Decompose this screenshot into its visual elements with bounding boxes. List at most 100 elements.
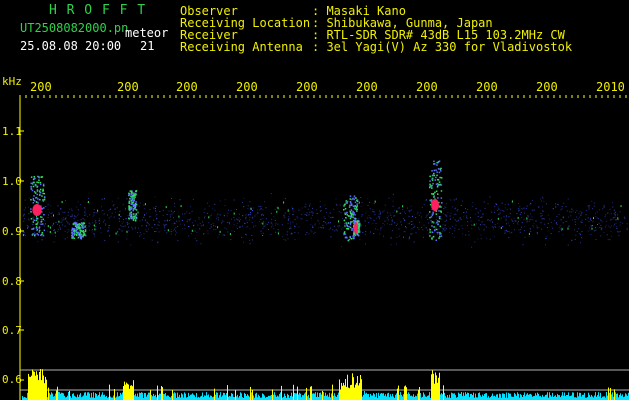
noise-dot: [336, 204, 338, 206]
noise-dot: [340, 212, 342, 213]
activity-bar: [347, 374, 348, 400]
noise-dot: [253, 225, 255, 227]
noise-dot: [494, 205, 496, 207]
noise-dot: [172, 223, 174, 225]
noise-dot: [581, 221, 583, 223]
activity-bar: [310, 386, 311, 400]
meteor-trail-dot: [39, 188, 42, 191]
meteor-trail-dot: [31, 189, 34, 192]
noise-dot: [450, 199, 452, 201]
activity-bar: [518, 393, 519, 400]
noise-dot: [499, 212, 501, 214]
noise-dot: [541, 214, 543, 216]
noise-dot: [498, 213, 500, 215]
meteor-trail-dot: [348, 239, 350, 241]
noise-dot: [95, 226, 97, 227]
noise-dot: [532, 219, 534, 221]
meteor-trail-dot: [352, 210, 354, 213]
noise-dot: [382, 211, 384, 213]
noise-dot: [581, 237, 582, 239]
activity-bar: [139, 392, 140, 400]
meteor-trail-dot: [77, 231, 79, 234]
activity-bar: [280, 392, 281, 400]
noise-dot: [270, 233, 272, 235]
activity-bar: [114, 389, 115, 400]
meteor-trail-dot: [440, 197, 443, 199]
activity-bar: [44, 383, 45, 400]
noise-dot: [580, 242, 581, 244]
noise-dot: [575, 224, 577, 225]
meteor-trail-dot: [429, 231, 431, 233]
activity-bar: [99, 392, 100, 400]
meteor-trail-dot: [134, 208, 137, 210]
noise-speck: [262, 222, 264, 225]
activity-bar: [410, 395, 411, 400]
noise-dot: [288, 216, 290, 218]
noise-dot: [65, 217, 67, 219]
noise-dot: [69, 208, 70, 210]
noise-dot: [192, 230, 194, 232]
activity-bar: [592, 396, 593, 400]
noise-dot: [264, 225, 266, 227]
activity-bar: [67, 395, 68, 400]
meteor-trail-dot: [352, 197, 354, 200]
noise-dot: [170, 228, 172, 230]
activity-bar: [420, 393, 421, 400]
noise-dot: [45, 206, 47, 207]
noise-dot: [271, 222, 273, 224]
activity-bar: [161, 386, 162, 400]
noise-dot: [103, 219, 105, 221]
noise-dot: [247, 226, 249, 228]
noise-dot: [224, 205, 226, 207]
activity-bar: [75, 396, 76, 400]
noise-dot: [440, 218, 442, 220]
activity-bar: [48, 387, 49, 400]
meteor-trail-dot: [438, 237, 440, 239]
noise-dot: [215, 229, 217, 231]
noise-dot: [558, 214, 560, 215]
meteor-trail-dot: [80, 235, 82, 237]
activity-bar: [431, 374, 432, 400]
noise-dot: [100, 227, 101, 229]
noise-dot: [120, 225, 122, 227]
noise-dot: [305, 234, 307, 235]
noise-dot: [249, 214, 251, 216]
noise-dot: [52, 233, 54, 235]
noise-dot: [201, 221, 203, 223]
noise-speck: [233, 212, 235, 215]
noise-dot: [171, 231, 173, 233]
activity-bar: [600, 392, 601, 400]
noise-dot: [190, 206, 192, 208]
noise-dot: [508, 237, 510, 239]
noise-dot: [227, 231, 229, 233]
noise-dot: [595, 213, 596, 215]
activity-bar: [350, 385, 351, 400]
noise-dot: [430, 220, 432, 222]
meteor-trail-dot: [439, 235, 441, 238]
meteor-trail-dot: [32, 199, 35, 201]
noise-dot: [618, 235, 620, 237]
meteor-trail-dot: [437, 223, 439, 226]
noise-dot: [508, 225, 510, 227]
meteor-trail-dot: [34, 184, 37, 187]
noise-dot: [449, 231, 451, 233]
activity-bar: [584, 392, 585, 400]
meteor-trail-dot: [128, 202, 130, 204]
noise-dot: [581, 231, 583, 232]
noise-dot: [101, 206, 102, 208]
activity-bar: [621, 395, 622, 400]
noise-dot: [483, 201, 485, 203]
noise-dot: [403, 230, 405, 232]
noise-dot: [504, 204, 506, 206]
noise-dot: [44, 224, 46, 226]
activity-bar: [128, 384, 129, 400]
meteor-trail-dot: [353, 232, 355, 234]
noise-dot: [478, 228, 480, 230]
noise-dot: [246, 222, 248, 224]
activity-bar: [202, 392, 203, 400]
noise-dot: [126, 198, 128, 200]
noise-dot: [391, 223, 393, 225]
activity-bar: [247, 394, 248, 400]
activity-bar: [432, 370, 433, 400]
noise-dot: [402, 209, 404, 210]
